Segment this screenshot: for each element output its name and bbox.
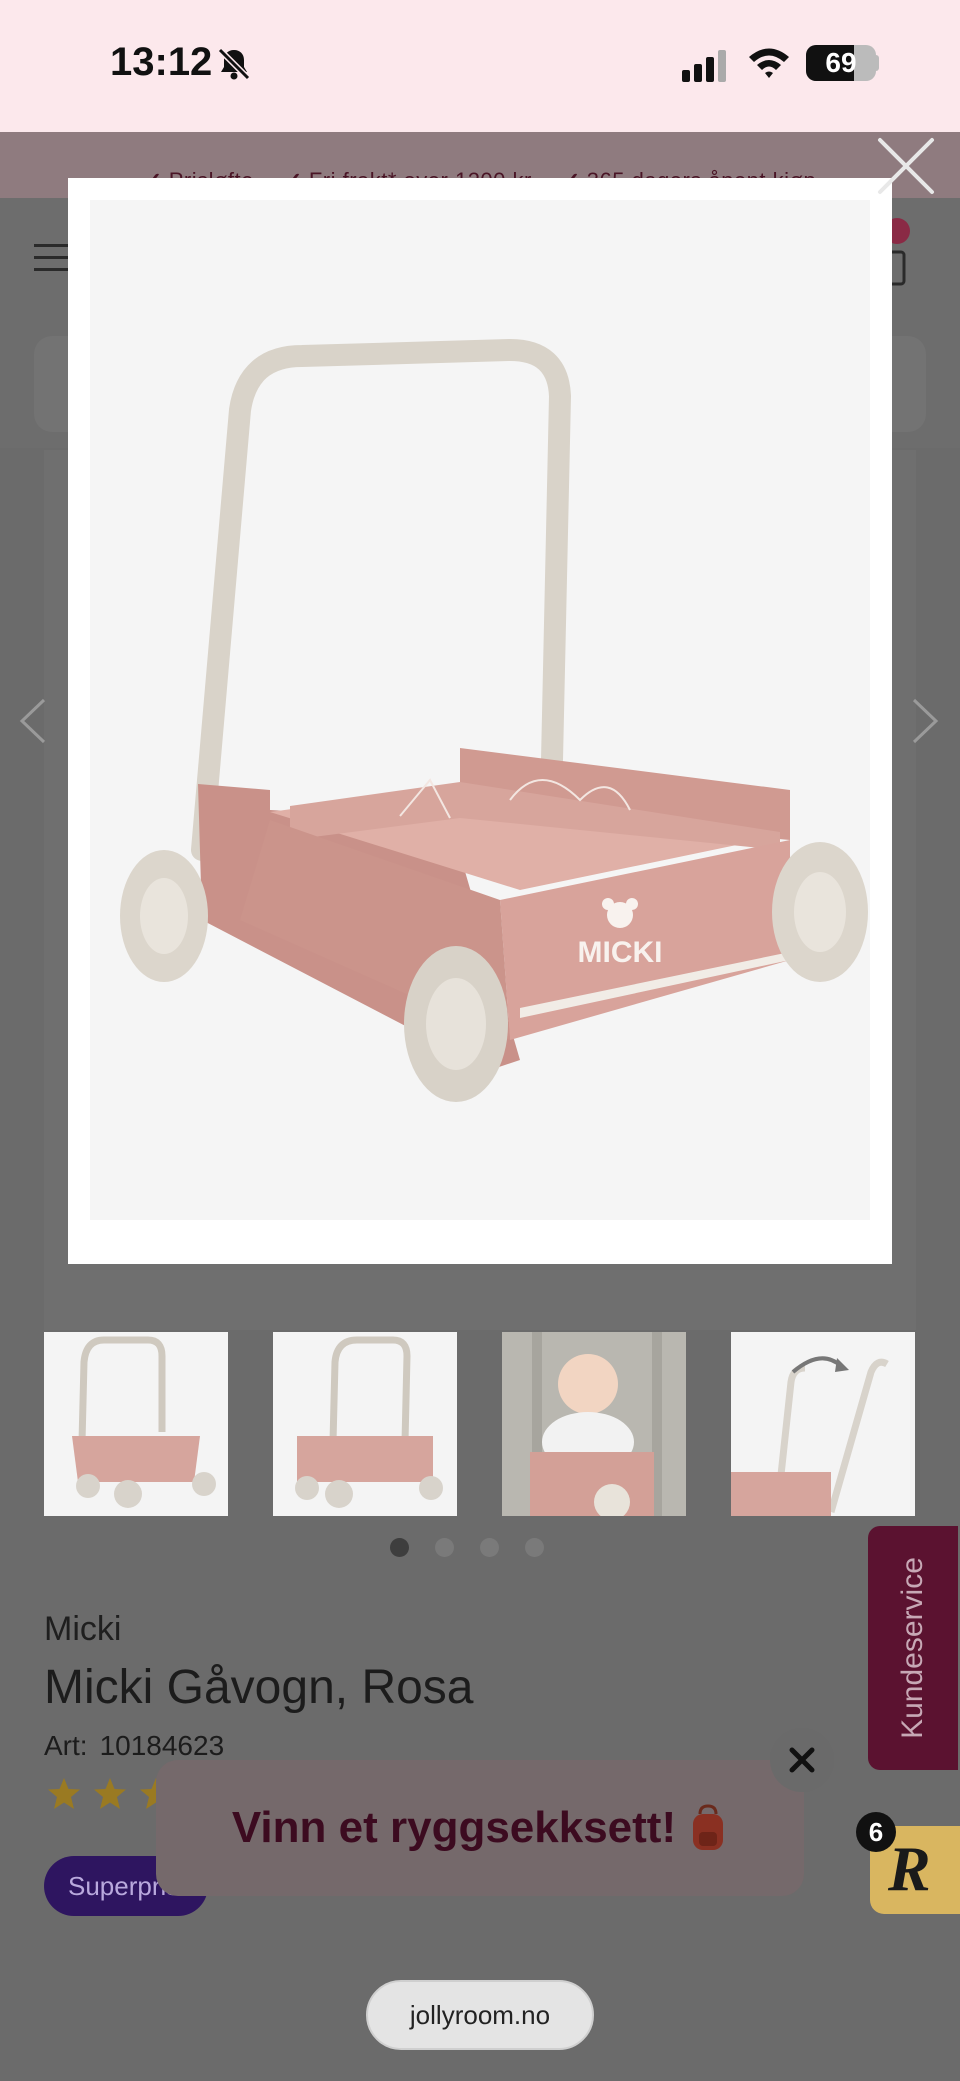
reviews-widget-logo: R <box>888 1833 931 1904</box>
thumbnail-handle-fold[interactable] <box>731 1332 915 1516</box>
lightbox-product-image[interactable]: MICKI <box>90 200 870 1220</box>
lightbox-close-button[interactable] <box>874 134 938 198</box>
cellular-signal-icon <box>682 50 726 82</box>
bell-slash-icon <box>217 47 251 81</box>
star-icon <box>94 1778 126 1809</box>
battery-icon: 69 <box>806 45 876 81</box>
chevron-left-icon[interactable] <box>18 696 48 746</box>
article-number: Art: 10184623 <box>44 1730 224 1762</box>
status-time: 13:12 <box>110 40 213 84</box>
image-lightbox: MICKI <box>68 178 892 1264</box>
article-value: 10184623 <box>99 1730 225 1761</box>
thumbnail-walker-side[interactable] <box>273 1332 457 1516</box>
customer-service-tab[interactable]: Kundeservice <box>868 1526 958 1770</box>
gallery-dot[interactable] <box>525 1538 544 1557</box>
gallery-dot[interactable] <box>390 1538 409 1557</box>
wifi-icon <box>749 48 789 78</box>
reviews-badge: 6 <box>856 1812 896 1852</box>
rating-stars[interactable] <box>46 1776 174 1812</box>
close-icon <box>878 138 934 194</box>
product-title: Micki Gåvogn, Rosa <box>44 1661 474 1714</box>
thumbnail-baby-in-walker[interactable] <box>502 1332 686 1516</box>
browser-url-pill[interactable]: jollyroom.no <box>366 1980 594 2050</box>
gallery-dot[interactable] <box>435 1538 454 1557</box>
promo-popup-close-button[interactable] <box>770 1728 834 1792</box>
gallery-dot[interactable] <box>480 1538 499 1557</box>
walker-logo-text: MICKI <box>578 936 663 969</box>
product-brand[interactable]: Micki <box>44 1610 121 1649</box>
close-icon <box>789 1747 815 1773</box>
customer-service-label: Kundeservice <box>896 1557 929 1739</box>
backpack-icon <box>693 1804 724 1850</box>
battery-percentage: 69 <box>825 47 857 78</box>
hamburger-menu-icon[interactable] <box>34 244 68 272</box>
promo-popup-text: Vinn et ryggsekksett! <box>231 1803 677 1852</box>
status-bar: 13:12 69 <box>0 0 960 132</box>
star-icon <box>48 1778 80 1809</box>
article-label: Art: <box>44 1730 88 1761</box>
gallery-dots <box>0 1538 960 1557</box>
chevron-right-icon[interactable] <box>910 696 940 746</box>
thumbnail-walker-front[interactable] <box>44 1332 228 1516</box>
battery-nub <box>874 55 879 71</box>
promo-popup[interactable]: Vinn et ryggsekksett! <box>156 1760 804 1896</box>
